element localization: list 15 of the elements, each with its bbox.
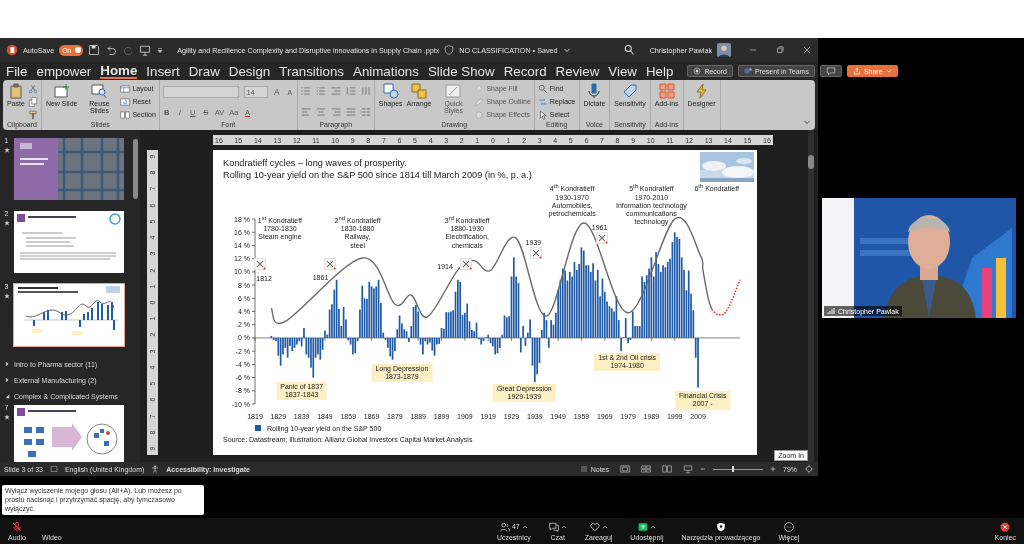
menu-tab[interactable]: Draw [188, 63, 220, 79]
menu-tab[interactable]: Animations [353, 63, 419, 79]
menu-tab[interactable]: View [608, 63, 637, 79]
menu-tab[interactable]: Transitions [279, 63, 344, 79]
slide-title: Kondratieff cycles – long waves of prosperity. [223, 157, 408, 169]
menu-tab[interactable]: Help [645, 63, 674, 79]
menu-tab[interactable]: empower [36, 63, 92, 79]
font-size-button[interactable]: A [272, 87, 281, 97]
menu-tab[interactable]: File [6, 63, 28, 79]
menu-tab[interactable]: Record [503, 63, 547, 79]
menu-tab[interactable]: Insert [146, 63, 180, 79]
menu-tab[interactable]: Design [228, 63, 271, 79]
slide-subtitle: Rolling 10-year yield on the S&P 500 since 1814 till March 2009 (in %, p. a.) [223, 169, 533, 181]
menu-tab[interactable]: Slide Show [427, 63, 495, 79]
menu-tab[interactable]: Review [555, 63, 600, 79]
